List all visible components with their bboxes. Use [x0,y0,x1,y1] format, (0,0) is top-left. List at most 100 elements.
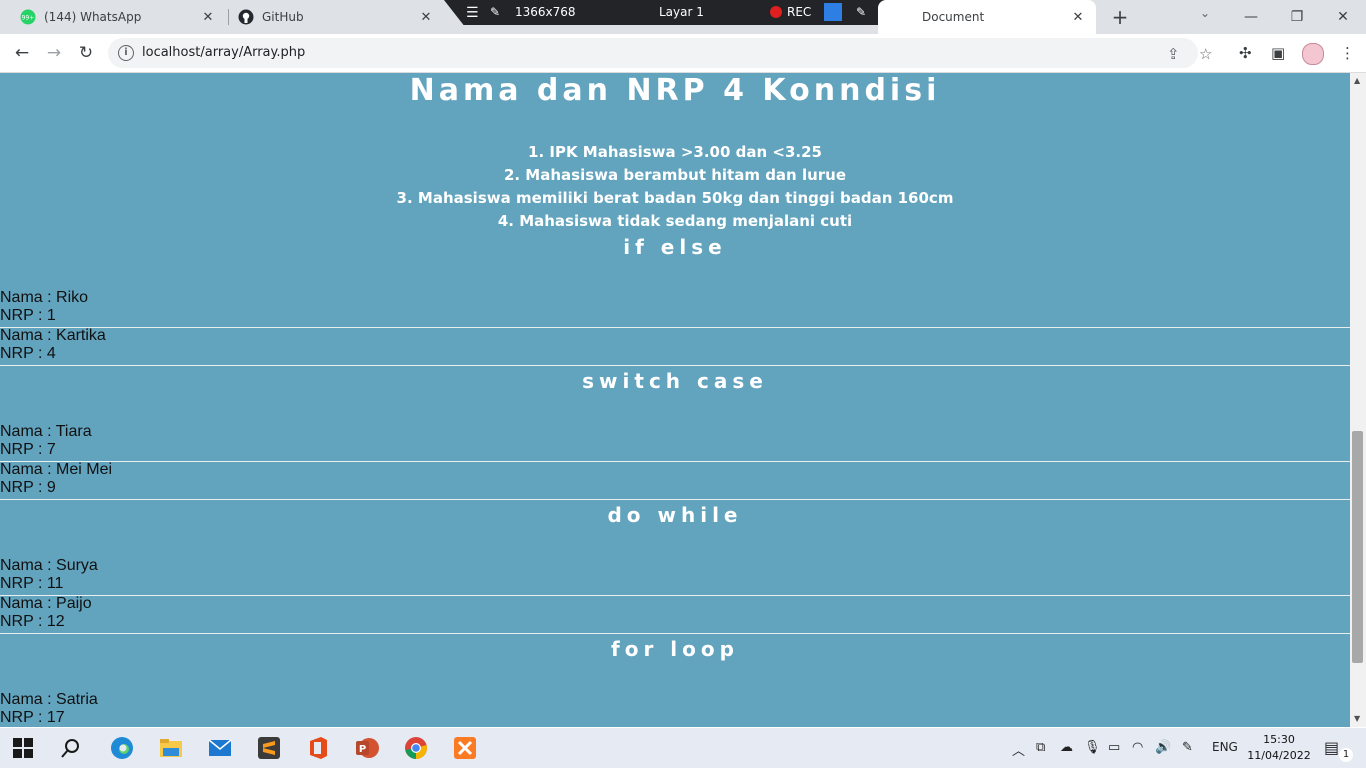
wifi-icon[interactable]: ◠ [1132,740,1143,755]
pin-icon[interactable]: ✎ [490,5,500,19]
screen-recorder-toolbar: ☰ ✎ 1366x768 Layar 1 REC ✎ ✕ [444,0,932,25]
condition-item: 4. Mahasiswa tidak sedang menjalani cuti [497,212,853,230]
student-name: Nama : Mei Mei [0,461,113,478]
recorder-layer[interactable]: Layar 1 [659,5,704,19]
record-icon[interactable] [770,6,782,18]
condition-item: 3. Mahasiswa memiliki berat badan 50kg d… [396,189,954,207]
menu-icon[interactable]: ☰ [466,5,479,21]
more-menu-icon[interactable]: ⋮ [1340,44,1355,62]
svg-text:P: P [359,744,366,755]
windows-taskbar: P ︿ ⧉ ☁ 🎙 ▭ ◠ 🔊 ✎ ENG 15:30 11/04/2022 ▤… [0,728,1366,768]
student-record: Nama : Riko NRP : 1 [0,289,1350,328]
student-nrp: NRP : 17 [0,709,65,726]
tab-title: GitHub [262,10,304,24]
page-scrollbar[interactable]: ▲ ▼ [1350,73,1366,727]
svg-text:99+: 99+ [22,15,35,22]
clock[interactable]: 15:30 11/04/2022 [1246,732,1312,764]
chrome-icon[interactable] [404,736,428,760]
file-explorer-icon[interactable] [159,736,183,760]
mail-icon[interactable] [208,736,232,760]
reload-button[interactable]: ↻ [73,41,99,65]
student-nrp: NRP : 4 [0,345,56,362]
powerpoint-icon[interactable]: P [355,736,379,760]
github-icon [238,9,254,25]
address-bar[interactable]: i localhost/array/Array.php ⇪ ☆ [108,38,1212,68]
xampp-icon[interactable] [453,736,477,760]
student-record: Nama : Surya NRP : 11 [0,557,1350,596]
edge-icon[interactable] [110,736,134,760]
student-nrp: NRP : 1 [0,307,56,324]
cloud-offline-icon[interactable]: ☁ [1060,740,1073,755]
side-panel-icon[interactable]: ▣ [1271,44,1285,62]
capture-icon[interactable] [824,3,842,21]
search-icon[interactable] [61,738,81,758]
student-record: Nama : Paijo NRP : 12 [0,595,1350,634]
back-button[interactable]: ← [9,41,35,65]
tab-search-chevron-icon[interactable]: ⌄ [1196,6,1214,20]
forward-button[interactable]: → [41,41,67,65]
tab-whatsapp[interactable]: 99+ (144) WhatsApp ✕ [0,0,226,34]
microphone-icon[interactable]: 🎙 [1084,740,1101,755]
notifications-icon[interactable]: ▤ [1324,738,1339,757]
page-viewport: Nama dan NRP 4 Konndisi 1. IPK Mahasiswa… [0,73,1350,727]
pencil-icon[interactable]: ✎ [856,5,866,19]
share-icon[interactable]: ⇪ [1167,45,1180,63]
recorder-resolution: 1366x768 [515,5,576,19]
language-indicator[interactable]: ENG [1212,740,1238,754]
office-icon[interactable] [306,736,330,760]
student-nrp: NRP : 7 [0,441,56,458]
section-heading-do-while: do while [607,503,743,527]
section-heading-for-loop: for loop [611,637,739,661]
clock-date: 11/04/2022 [1247,749,1311,762]
restore-button[interactable]: ❐ [1274,4,1320,30]
tab-title: (144) WhatsApp [44,10,142,24]
battery-icon[interactable]: ▭ [1108,740,1120,755]
site-info-icon[interactable]: i [118,45,134,61]
url-text[interactable]: localhost/array/Array.php [142,45,305,60]
rec-label[interactable]: REC [787,5,811,19]
sublime-text-icon[interactable] [257,736,281,760]
tab-document[interactable]: Document ✕ [878,0,1096,34]
meet-now-icon[interactable]: ⧉ [1036,740,1045,755]
notification-count-badge: 1 [1339,748,1353,762]
student-nrp: NRP : 11 [0,575,64,592]
student-nrp: NRP : 9 [0,479,56,496]
student-record: Nama : Kartika NRP : 4 [0,327,1350,366]
new-tab-button[interactable]: + [1108,4,1132,30]
window-close-button[interactable]: ✕ [1320,4,1366,30]
minimize-button[interactable]: — [1228,4,1274,30]
close-tab-icon[interactable]: ✕ [200,10,216,25]
scroll-down-arrow-icon[interactable]: ▼ [1354,714,1360,723]
student-name: Nama : Kartika [0,327,106,344]
student-nrp: NRP : 12 [0,613,65,630]
scrollbar-thumb[interactable] [1352,431,1363,663]
show-hidden-icons-chevron-icon[interactable]: ︿ [1012,740,1025,759]
bookmark-star-icon[interactable]: ☆ [1199,45,1212,63]
tab-strip: 99+ (144) WhatsApp ✕ GitHub ✕ ☰ ✎ 1366x7… [0,0,1366,34]
page-title: Nama dan NRP 4 Konndisi [409,73,941,108]
student-name: Nama : Tiara [0,423,92,440]
student-record: Nama : Tiara NRP : 7 [0,423,1350,462]
student-record: Nama : Satria NRP : 17 [0,691,1350,727]
close-tab-icon[interactable]: ✕ [1070,10,1086,25]
student-name: Nama : Satria [0,691,98,708]
section-heading-if-else: if else [623,235,727,259]
pen-workspace-icon[interactable]: ✎ [1182,740,1193,755]
volume-icon[interactable]: 🔊 [1155,740,1171,755]
student-name: Nama : Surya [0,557,98,574]
student-name: Nama : Riko [0,289,89,306]
condition-item: 1. IPK Mahasiswa >3.00 dan <3.25 [528,143,822,161]
scroll-up-arrow-icon[interactable]: ▲ [1354,76,1360,85]
student-record: Nama : Mei Mei NRP : 9 [0,461,1350,500]
condition-item: 2. Mahasiswa berambut hitam dan lurue [503,166,847,184]
close-tab-icon[interactable]: ✕ [418,10,434,25]
student-name: Nama : Paijo [0,595,92,612]
clock-time: 15:30 [1263,733,1295,746]
whatsapp-icon: 99+ [20,9,36,25]
windows-start-icon[interactable] [13,738,33,758]
extensions-puzzle-icon[interactable]: ✣ [1239,44,1252,62]
profile-avatar[interactable] [1302,43,1324,65]
tab-title: Document [922,10,985,24]
section-heading-switch-case: switch case [582,369,768,393]
tab-github[interactable]: GitHub ✕ [218,0,444,34]
